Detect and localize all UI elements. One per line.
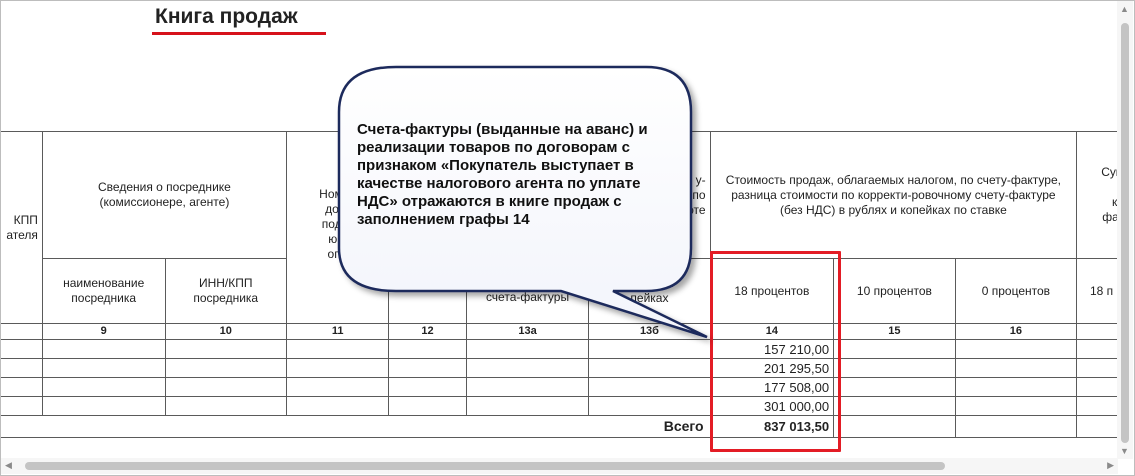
column-number-cell: 9	[41, 323, 166, 340]
column-number-cell: 11	[285, 323, 390, 340]
callout-text: Счета-фактуры (выданные на аванс) и реал…	[357, 121, 648, 228]
title-underline	[152, 32, 326, 35]
header-rate-0: 0 процентов	[954, 258, 1078, 324]
row-value-col14: 201 295,50	[709, 358, 835, 378]
header-intermediary-inn: ИНН/КПП посредника	[164, 258, 287, 324]
header-intermediary-group: Сведения о посреднике (комиссионере, аге…	[41, 131, 287, 259]
document-viewport: Книга продаж КПП ателя Сведения о посред…	[0, 0, 1135, 476]
scroll-right-icon[interactable]: ▶	[1107, 460, 1114, 471]
header-rate-18: 18 процентов	[709, 258, 835, 324]
header-rate-10: 10 процентов	[833, 258, 956, 324]
column-number-cell: 13а	[465, 323, 590, 340]
page-title: Книга продаж	[155, 5, 298, 28]
table-row: 157 210,00	[1, 339, 1127, 359]
header-intermediary-name: наименование посредника	[41, 258, 166, 324]
horizontal-scroll-thumb[interactable]	[25, 462, 945, 470]
header-sales-value-group: Стоимость продаж, облагаемых налогом, по…	[709, 131, 1078, 259]
column-number-cell: 12	[388, 323, 467, 340]
vertical-scrollbar[interactable]: ▲ ▼	[1117, 1, 1133, 459]
header-left-fragment: КПП ателя	[1, 131, 43, 324]
table-row: 301 000,00	[1, 396, 1127, 416]
total-row: Всего 837 013,50	[1, 415, 1127, 438]
vertical-scroll-thumb[interactable]	[1121, 23, 1129, 443]
column-number-cell: 16	[954, 323, 1078, 340]
scroll-down-icon[interactable]: ▼	[1120, 446, 1129, 456]
column-number-cell	[1, 323, 43, 340]
row-value-col14: 301 000,00	[709, 396, 835, 416]
header-col13b-bottom: рублях и пейках	[588, 258, 711, 324]
scroll-left-icon[interactable]: ◀	[5, 460, 12, 471]
table-row: 201 295,50	[1, 358, 1127, 378]
column-number-cell: 14	[709, 323, 835, 340]
total-label: Всего	[588, 415, 711, 438]
scroll-up-icon[interactable]: ▲	[1120, 4, 1129, 14]
total-value: 837 013,50	[709, 415, 835, 438]
horizontal-scrollbar[interactable]: ◀ ▶	[1, 458, 1118, 474]
row-value-col14: 157 210,00	[709, 339, 835, 359]
column-number-cell: 13б	[588, 323, 711, 340]
column-number-cell: 10	[164, 323, 287, 340]
column-number-cell: 15	[833, 323, 956, 340]
row-value-col14: 177 508,00	[709, 377, 835, 397]
table-row: 177 508,00	[1, 377, 1127, 397]
